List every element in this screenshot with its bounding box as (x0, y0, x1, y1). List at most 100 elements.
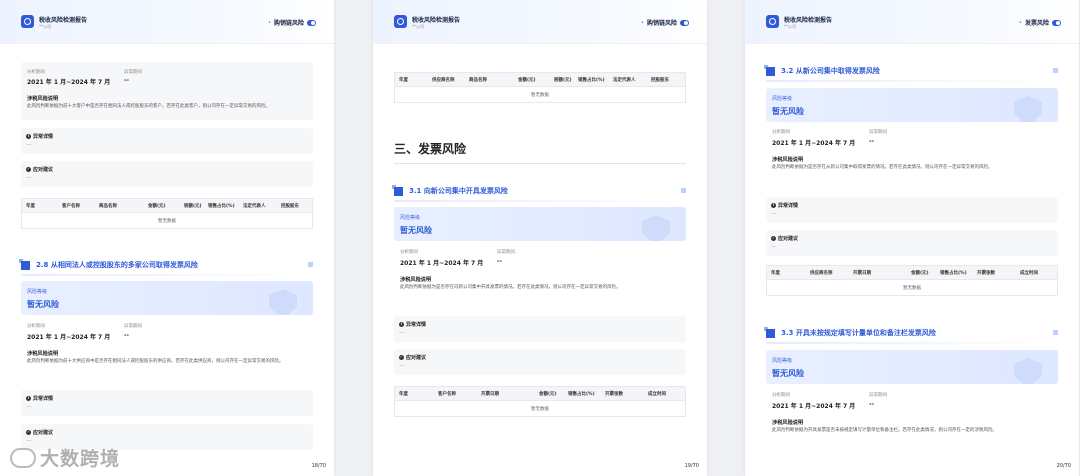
section-title: 2.8 从相同法人或控股股东的多家公司取得发票风险 (36, 261, 198, 269)
table-header-cell: 销售占比(%) (568, 392, 595, 397)
table-header-cell: 金额(元) (911, 271, 929, 276)
section-square-icon (392, 184, 403, 196)
table-header-cell: 销售占比(%) (940, 271, 967, 276)
chapter-title: 三、发票风险 (394, 142, 467, 156)
toggle-icon (680, 19, 689, 26)
page-number: 19/70 (684, 463, 699, 469)
section-underline (766, 80, 1058, 82)
section-heading: 3.3 开具未按规定填写计量单位和备注栏发票风险 (764, 326, 936, 338)
watermark-text: 大数跨境 (40, 448, 121, 470)
section-heading: 3.2 从新公司集中取得发票风险 (764, 64, 880, 76)
section-marker-icon (1053, 330, 1058, 335)
invoice-customer-table: 年度 客户名称 开票日期 金额(元) 销售占比(%) 开票张数 成立时间 暂无数… (394, 386, 686, 417)
abnormal-period-value: -- (124, 332, 129, 339)
abnormal-period-value: -- (869, 138, 874, 145)
section-heading: 3.1 向新公司集中开具发票风险 (392, 184, 508, 196)
bullet-icon: • (1019, 19, 1022, 26)
invoice-supplier-table: 年度 供应商名称 开票日期 金额(元) 销售占比(%) 开票张数 成立时间 暂无… (766, 265, 1058, 296)
advice-box: ✓ 应对建议 --- (394, 349, 686, 375)
table-header-cell: 税额(元) (184, 204, 202, 209)
risk-level-label: 风险等级 (772, 96, 793, 102)
check-icon: ✓ (26, 430, 31, 435)
table-header-cell: 年度 (771, 271, 780, 276)
risk-level-value: 暂无风险 (400, 226, 432, 235)
company-name: **公司 (784, 24, 796, 29)
risk-level-label: 风险等级 (27, 289, 48, 295)
section-square-icon (764, 326, 775, 338)
watermark-logo-icon (10, 447, 36, 468)
page-header: 税收风险检测报告 **公司 • 购销链风险 (0, 0, 334, 44)
table-header-cell: 客户名称 (438, 392, 456, 397)
table-header-cell: 控股股东 (281, 204, 299, 209)
analysis-period-label: 分析期间 (400, 250, 418, 255)
abnormal-period-value: -- (869, 401, 874, 408)
table-header-cell: 年度 (399, 78, 408, 83)
table-header-row: 年度 供应商名称 开票日期 金额(元) 销售占比(%) 开票张数 成立时间 (767, 266, 1057, 280)
table-empty-text: 暂无数据 (903, 286, 921, 291)
analysis-period-label: 分析期间 (27, 324, 45, 329)
shield-icon (1014, 358, 1042, 384)
analysis-period-label: 分析期间 (772, 393, 790, 398)
report-page-20: 税收风险检测报告 **公司 • 发票风险 3.2 从新公司集中取得发票风险 风险… (745, 0, 1079, 476)
table-header-cell: 客户名称 (62, 204, 80, 209)
abnormal-detail-body: --- (399, 330, 405, 336)
risk-desc-text: 此风险判断依据为前十大供应商中是否存在相同法人或控股股东的供应商。若存在此类供应… (27, 359, 284, 364)
table-header-cell: 法定代表人 (613, 78, 636, 83)
advice-title: 应对建议 (406, 355, 427, 361)
section-marker-icon (1053, 68, 1058, 73)
table-empty-text: 暂无数据 (531, 407, 549, 412)
analysis-period-label: 分析期间 (772, 130, 790, 135)
table-empty-row: 暂无数据 (395, 401, 685, 416)
toggle-icon (307, 19, 316, 26)
section-underline (21, 274, 313, 276)
abnormal-period-label: 异常期间 (124, 324, 142, 329)
abnormal-detail-body: --- (26, 142, 32, 148)
shield-icon (269, 289, 297, 315)
table-header-cell: 商品名称 (469, 78, 487, 83)
info-icon: i (399, 322, 404, 327)
table-empty-row: 暂无数据 (395, 87, 685, 102)
company-name: **公司 (39, 24, 51, 29)
advice-title: 应对建议 (778, 236, 799, 242)
risk-level-banner: 风险等级 暂无风险 (394, 207, 686, 241)
risk-level-value: 暂无风险 (772, 369, 804, 378)
table-header-cell: 开票日期 (853, 271, 871, 276)
table-header-cell: 供应商名称 (432, 78, 455, 83)
table-header-row: 年度 供应商名称 商品名称 金额(元) 税额(元) 销售占比(%) 法定代表人 … (395, 73, 685, 87)
risk-level-value: 暂无风险 (27, 300, 59, 309)
advice-body: --- (771, 244, 777, 250)
table-header-cell: 成立时间 (1020, 271, 1038, 276)
risk-level-banner: 风险等级 暂无风险 (766, 350, 1058, 384)
table-header-cell: 供应商名称 (810, 271, 833, 276)
report-title: 税收风险检测报告 (412, 17, 461, 24)
abnormal-detail-body: --- (26, 404, 32, 410)
risk-desc-text: 此风险判断依据为开具发票是否未按规定填写计量单位和备注栏。若存在此类情况，则公司… (772, 428, 997, 433)
report-logo-icon (394, 15, 407, 28)
table-header-cell: 税额(元) (554, 78, 572, 83)
table-header-cell: 年度 (399, 392, 408, 397)
abnormal-detail-title: 异常详情 (406, 322, 427, 328)
table-header-cell: 开票张数 (605, 392, 623, 397)
customer-table: 年度 客户名称 商品名称 金额(元) 税额(元) 销售占比(%) 法定代表人 控… (21, 198, 313, 229)
advice-box: ✓ 应对建议 --- (21, 161, 313, 187)
abnormal-period-value: -- (124, 77, 129, 84)
shield-icon (642, 215, 670, 241)
table-header-cell: 金额(元) (539, 392, 557, 397)
risk-level-banner: 风险等级 暂无风险 (766, 88, 1058, 122)
page-number: 20/70 (1056, 463, 1071, 469)
table-header-cell: 金额(元) (148, 204, 166, 209)
report-title: 税收风险检测报告 (39, 17, 88, 24)
risk-desc-text: 此风险判断依据为是否存在从新公司集中取得发票的情况。若存在此类情况，则公司存在一… (772, 165, 993, 170)
report-logo-icon (766, 15, 779, 28)
section-underline (766, 342, 1058, 344)
toggle-icon (1052, 19, 1061, 26)
table-header-cell: 销售占比(%) (578, 78, 605, 83)
header-section-indicator: • 发票风险 (1019, 18, 1061, 27)
supplier-table: 年度 供应商名称 商品名称 金额(元) 税额(元) 销售占比(%) 法定代表人 … (394, 72, 686, 103)
section-square-icon (19, 258, 30, 270)
advice-box: ✓ 应对建议 --- (766, 230, 1058, 256)
table-header-cell: 商品名称 (99, 204, 117, 209)
advice-title: 应对建议 (33, 430, 54, 436)
company-name: **公司 (412, 24, 424, 29)
risk-desc-title: 涉税风险说明 (27, 96, 59, 102)
